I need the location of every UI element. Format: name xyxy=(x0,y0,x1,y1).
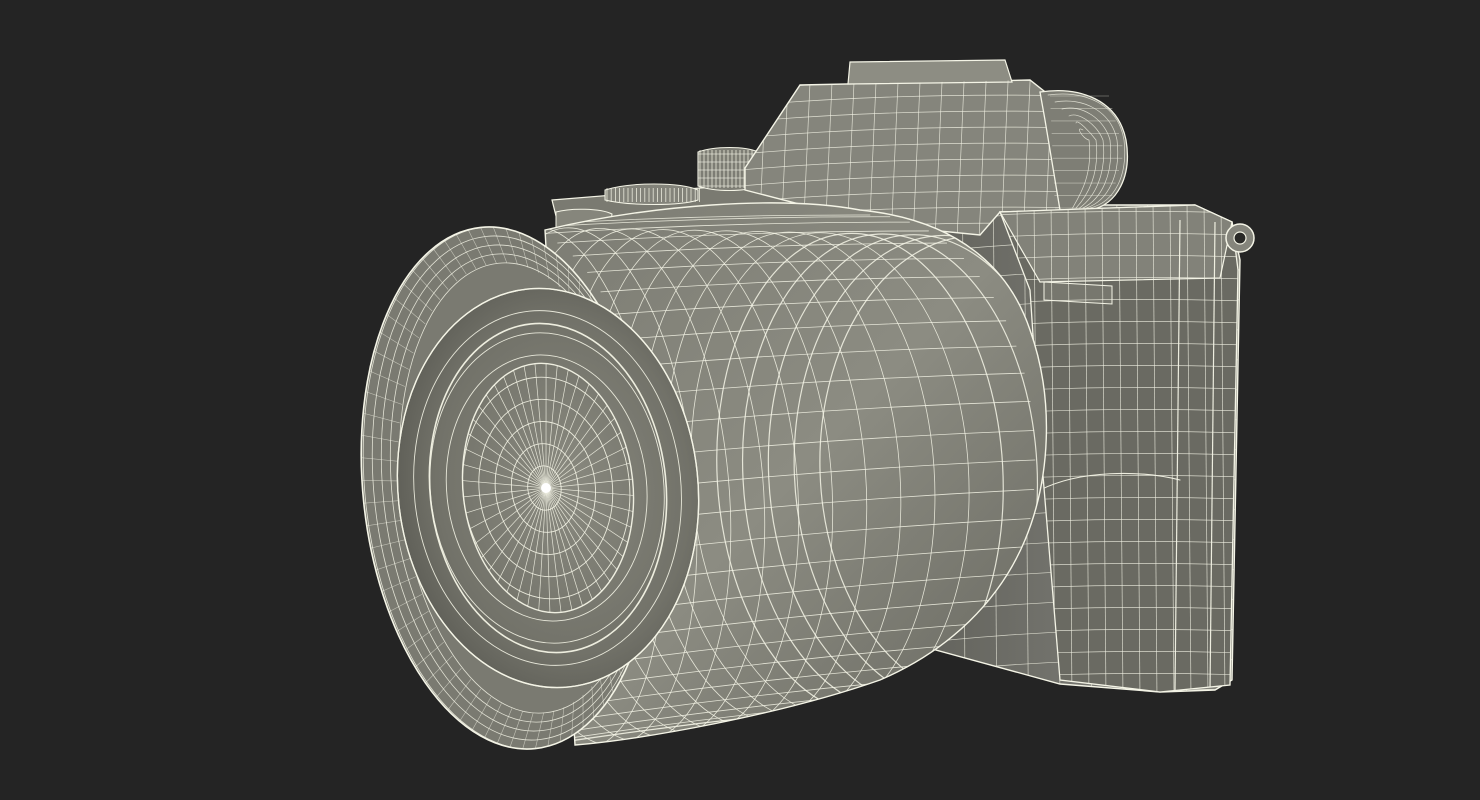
3d-render-viewport xyxy=(0,0,1480,800)
lens-center-point xyxy=(541,483,551,493)
mode-dial xyxy=(604,183,700,205)
camera-wireframe-render xyxy=(360,59,1255,750)
strap-lug xyxy=(1225,223,1255,253)
